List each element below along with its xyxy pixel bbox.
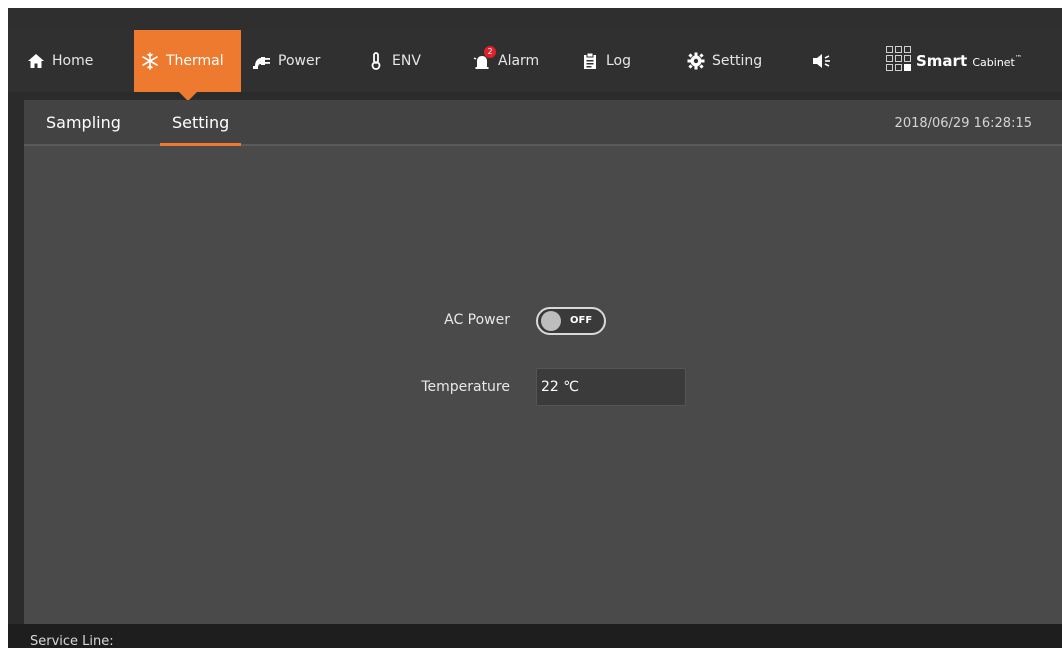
nav-mute[interactable] <box>806 30 838 92</box>
logo-wordmark: Smart Cabinet™ <box>916 52 1022 70</box>
speaker-icon <box>812 51 832 71</box>
nav-alarm[interactable]: 2 Alarm <box>466 30 545 92</box>
gear-icon <box>686 51 706 71</box>
app-window: Home Thermal Power ENV 2 Alarm Log Setti… <box>8 8 1062 649</box>
home-icon <box>26 51 46 71</box>
thermal-settings-panel: AC Power OFF Temperature 22 ℃ <box>24 146 1062 624</box>
temperature-label: Temperature <box>421 379 510 395</box>
nav-label: Home <box>52 53 94 69</box>
nav-label: Alarm <box>498 53 540 69</box>
nav-label: Power <box>278 53 321 69</box>
snowflake-icon <box>140 51 160 71</box>
nav-env[interactable]: ENV <box>360 30 427 92</box>
nav-home[interactable]: Home <box>20 30 99 92</box>
toggle-state-label: OFF <box>570 315 593 326</box>
datetime: 2018/06/29 16:28:15 <box>894 116 1032 131</box>
nav-label: Setting <box>712 53 763 69</box>
alarm-count-badge: 2 <box>484 46 496 58</box>
ac-power-label: AC Power <box>444 312 510 328</box>
clipboard-icon <box>580 51 600 71</box>
title-strip <box>8 8 1062 30</box>
service-line-text: Service Line: <box>30 634 114 649</box>
sub-tab-bar: Sampling Setting 2018/06/29 16:28:15 <box>24 100 1062 146</box>
footer-bar: Service Line: <box>8 624 1062 649</box>
tab-setting[interactable]: Setting <box>160 100 242 146</box>
nav-label: ENV <box>392 53 421 69</box>
power-plug-icon <box>252 51 272 71</box>
nav-thermal[interactable]: Thermal <box>134 30 241 101</box>
smart-cabinet-logo: Smart Cabinet™ <box>886 30 1022 92</box>
logo-grid-icon <box>886 45 911 71</box>
ac-power-toggle[interactable]: OFF <box>536 307 606 335</box>
alarm-icon: 2 <box>472 46 496 71</box>
nav-label: Log <box>606 53 632 69</box>
nav-setting[interactable]: Setting <box>680 30 768 92</box>
toggle-knob <box>541 311 561 331</box>
temperature-field[interactable]: 22 ℃ <box>536 368 686 406</box>
thermometer-icon <box>366 51 386 71</box>
tab-sampling[interactable]: Sampling <box>34 100 133 144</box>
nav-power[interactable]: Power <box>246 30 326 92</box>
nav-log[interactable]: Log <box>574 30 637 92</box>
nav-label: Thermal <box>166 53 224 69</box>
